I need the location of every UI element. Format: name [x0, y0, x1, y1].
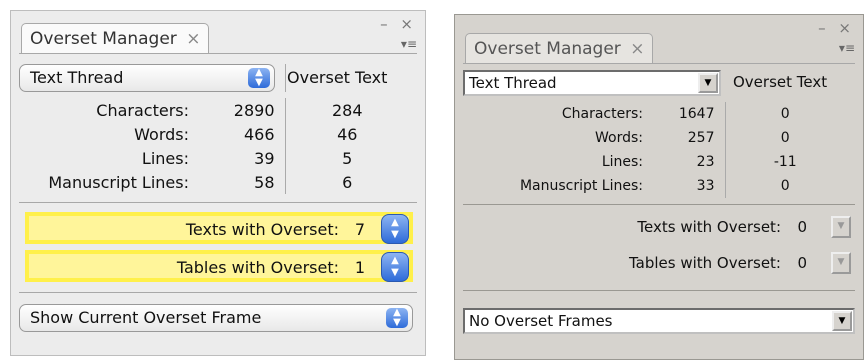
chevron-down-icon: ▼: [832, 311, 852, 331]
stat-row: Manuscript Lines: 33 0: [465, 174, 845, 198]
stat-value: 23: [653, 150, 726, 174]
stat-overset-value: 0: [780, 106, 790, 122]
select-value: Text Thread: [30, 68, 124, 87]
stat-label: Words:: [595, 130, 643, 146]
chevron-updown-icon: ▲ ▼: [248, 68, 270, 88]
texts-with-overset-value: 7: [354, 220, 365, 239]
stat-label: Manuscript Lines:: [519, 178, 643, 194]
stat-row: Manuscript Lines: 58 6: [21, 170, 409, 194]
tables-with-overset-label: Tables with Overset:: [628, 254, 781, 272]
texts-with-overset-label: Texts with Overset:: [637, 218, 781, 236]
stat-overset-value: 0: [780, 130, 790, 146]
divider: [285, 64, 286, 92]
stat-value: 58: [199, 170, 286, 194]
stat-overset-value: 46: [337, 124, 358, 144]
tables-with-overset-row: Tables with Overset: 0 ▼: [469, 250, 851, 282]
texts-with-overset-label: Texts with Overset:: [185, 220, 339, 239]
stat-value: 1647: [653, 102, 726, 126]
stat-overset-value: 5: [342, 148, 353, 168]
overset-manager-panel-mac: – × ▾≡ Overset Manager × Text Thread ▲ ▼ …: [10, 10, 426, 356]
stat-label: Lines:: [601, 154, 643, 170]
select-value: No Overset Frames: [469, 312, 613, 330]
divider: [463, 290, 855, 291]
stat-label: Characters:: [561, 106, 643, 122]
overset-text-header: Overset Text: [287, 68, 388, 87]
stat-label: Lines:: [141, 148, 189, 168]
tab-title: Overset Manager: [30, 29, 177, 49]
overset-manager-panel-win: – × ▾≡ Overset Manager × Text Thread ▼ O…: [454, 14, 864, 360]
tables-overset-stepper[interactable]: ▲ ▼: [381, 252, 409, 282]
stat-value: 33: [653, 174, 726, 198]
select-value: Text Thread: [469, 74, 557, 92]
stat-value: 39: [199, 146, 286, 170]
stat-label: Words:: [134, 124, 189, 144]
text-thread-select[interactable]: Text Thread ▼: [463, 70, 721, 96]
divider: [19, 202, 417, 203]
stat-row: Lines: 23 -11: [465, 150, 845, 174]
stat-overset-value: 6: [342, 172, 353, 192]
texts-overset-stepper[interactable]: ▼: [831, 216, 851, 238]
divider: [463, 204, 855, 205]
stats-table: Characters: 2890 284 Words: 466 46 Lines: 39 5 Ma…: [21, 98, 409, 194]
texts-with-overset-value: 0: [797, 218, 807, 236]
panel-menu-icon[interactable]: ▾≡: [401, 37, 417, 51]
overset-frame-select[interactable]: Show Current Overset Frame ▲ ▼: [19, 304, 413, 332]
text-thread-select[interactable]: Text Thread ▲ ▼: [19, 64, 275, 92]
window-controls[interactable]: – ×: [380, 15, 417, 33]
tab-overset-manager[interactable]: Overset Manager ×: [465, 33, 654, 63]
stat-label: Manuscript Lines:: [48, 172, 189, 192]
overset-frame-select[interactable]: No Overset Frames ▼: [463, 308, 855, 334]
panel-body: Text Thread ▼ Overset Text Characters: 16…: [463, 63, 855, 351]
tab-overset-manager[interactable]: Overset Manager ×: [21, 23, 210, 53]
stat-row: Words: 466 46: [21, 122, 409, 146]
tables-with-overset-value: 0: [797, 254, 807, 272]
chevron-updown-icon: ▲ ▼: [386, 308, 408, 328]
select-value: Show Current Overset Frame: [30, 308, 262, 327]
stat-value: 2890: [199, 98, 286, 122]
stat-label: Characters:: [96, 100, 189, 120]
divider: [19, 292, 417, 293]
texts-overset-stepper[interactable]: ▲ ▼: [381, 214, 409, 244]
panel-menu-icon[interactable]: ▾≡: [839, 41, 855, 55]
stat-row: Words: 257 0: [465, 126, 845, 150]
stat-value: 257: [653, 126, 726, 150]
tables-with-overset-label: Tables with Overset:: [176, 258, 339, 277]
tab-title: Overset Manager: [474, 39, 621, 59]
window-controls[interactable]: – ×: [818, 19, 855, 37]
chevron-down-icon: ▼: [698, 73, 718, 93]
stat-overset-value: 284: [331, 100, 363, 120]
close-icon[interactable]: ×: [630, 39, 644, 59]
stat-value: 466: [199, 122, 286, 146]
close-icon[interactable]: ×: [186, 29, 200, 49]
tables-overset-stepper[interactable]: ▼: [831, 252, 851, 274]
stats-table: Characters: 1647 0 Words: 257 0 Lines: 23 -11 Man…: [465, 102, 845, 198]
stat-overset-value: 0: [780, 178, 790, 194]
texts-with-overset-row: Texts with Overset: 0 ▼: [469, 214, 851, 246]
stat-row: Lines: 39 5: [21, 146, 409, 170]
stat-row: Characters: 1647 0: [465, 102, 845, 126]
tables-with-overset-value: 1: [354, 258, 365, 277]
overset-text-header: Overset Text: [733, 73, 828, 91]
tables-with-overset-row: Tables with Overset: 1 ▲ ▼: [25, 250, 413, 282]
stat-overset-value: -11: [773, 154, 797, 170]
texts-with-overset-row: Texts with Overset: 7 ▲ ▼: [25, 212, 413, 244]
stat-row: Characters: 2890 284: [21, 98, 409, 122]
panel-body: Text Thread ▲ ▼ Overset Text Characters: 2…: [19, 53, 417, 347]
